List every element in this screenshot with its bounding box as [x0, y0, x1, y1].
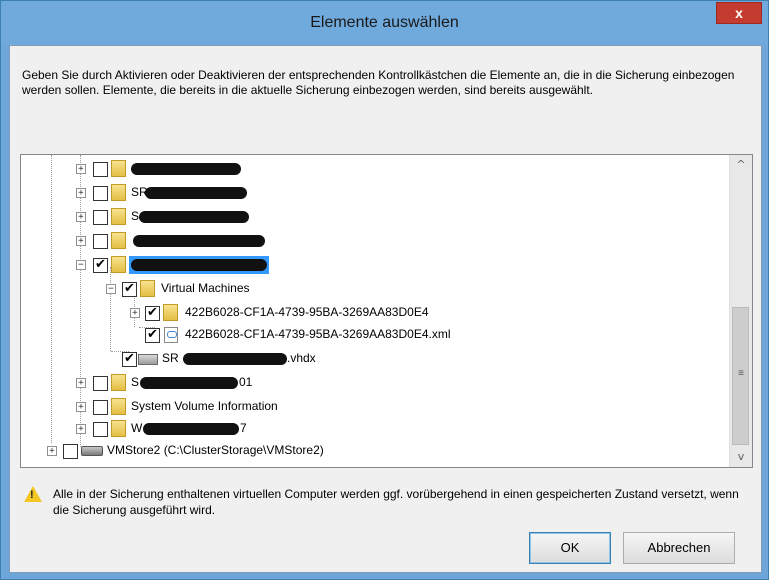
- item-label-suffix: .vhdx: [287, 351, 316, 365]
- expand-toggle[interactable]: +: [47, 446, 57, 456]
- redacted-name: [139, 211, 249, 223]
- ok-button[interactable]: OK: [529, 532, 611, 564]
- tree-item[interactable]: + System Volume Information: [21, 397, 729, 417]
- item-label-suffix: 01: [239, 375, 253, 389]
- item-checkbox[interactable]: [93, 186, 108, 201]
- tree-item[interactable]: + VMStore2 (C:\ClusterStorage\VMStore2): [21, 441, 729, 461]
- item-checkbox[interactable]: [93, 376, 108, 391]
- item-checkbox[interactable]: [93, 210, 108, 225]
- item-checkbox-checked[interactable]: ✔: [145, 306, 160, 321]
- redacted-name: [131, 163, 241, 175]
- dialog-window: Elemente auswählen x Geben Sie durch Akt…: [0, 0, 769, 580]
- scrollbar-grip-icon: ≡: [738, 368, 744, 379]
- tree-item[interactable]: ✔ 422B6028-CF1A-4739-95BA-3269AA83D0E4.x…: [21, 325, 729, 345]
- expand-toggle[interactable]: +: [76, 378, 86, 388]
- folder-icon: [111, 374, 126, 391]
- item-checkbox[interactable]: [63, 444, 78, 459]
- tree-item[interactable]: +: [21, 159, 729, 179]
- tree-item[interactable]: + SR: [21, 183, 729, 203]
- scrollbar-thumb[interactable]: ≡: [732, 307, 749, 445]
- dialog-title: Elemente auswählen: [310, 14, 459, 31]
- redacted-name: [131, 259, 267, 271]
- folder-icon: [111, 208, 126, 225]
- item-label: 422B6028-CF1A-4739-95BA-3269AA83D0E4.xml: [185, 327, 451, 341]
- item-checkbox-checked[interactable]: ✔: [122, 352, 137, 367]
- redacted-name: [145, 187, 247, 199]
- tree-item[interactable]: +: [21, 231, 729, 251]
- collapse-toggle[interactable]: −: [76, 260, 86, 270]
- dialog-client-area: Geben Sie durch Aktivieren oder Deaktivi…: [9, 45, 762, 573]
- item-label: 422B6028-CF1A-4739-95BA-3269AA83D0E4: [185, 305, 429, 319]
- scroll-up-arrow[interactable]: ^: [730, 155, 752, 175]
- item-checkbox[interactable]: [93, 162, 108, 177]
- items-tree[interactable]: + + SR + S + − ✔ − ✔ Virtual Machines + …: [20, 154, 753, 468]
- tree-item-selected[interactable]: − ✔: [21, 255, 729, 275]
- item-label-suffix: 7: [240, 421, 247, 435]
- redacted-name: [140, 377, 238, 389]
- tree-item[interactable]: − ✔ Virtual Machines: [21, 279, 729, 299]
- tree-item[interactable]: ✔ SR .vhdx: [21, 349, 729, 369]
- tree-content: + + SR + S + − ✔ − ✔ Virtual Machines + …: [21, 155, 729, 467]
- item-label: SR: [162, 351, 179, 365]
- cancel-button[interactable]: Abbrechen: [623, 532, 735, 564]
- tree-item[interactable]: + S 01: [21, 373, 729, 393]
- item-label: System Volume Information: [131, 399, 278, 413]
- tree-item[interactable]: + W 7: [21, 419, 729, 439]
- expand-toggle[interactable]: +: [76, 212, 86, 222]
- instructions-text: Geben Sie durch Aktivieren oder Deaktivi…: [22, 68, 735, 97]
- redacted-name: [183, 353, 287, 365]
- title-bar[interactable]: Elemente auswählen x: [1, 1, 768, 45]
- tree-item[interactable]: + S: [21, 207, 729, 227]
- folder-icon: [163, 304, 178, 321]
- tree-item[interactable]: + ✔ 422B6028-CF1A-4739-95BA-3269AA83D0E4: [21, 303, 729, 323]
- expand-toggle[interactable]: +: [76, 188, 86, 198]
- item-checkbox-checked[interactable]: ✔: [93, 258, 108, 273]
- collapse-toggle[interactable]: −: [106, 284, 116, 294]
- scroll-down-arrow[interactable]: v: [730, 447, 752, 467]
- item-label: W: [131, 421, 143, 435]
- folder-icon: [111, 398, 126, 415]
- storage-drive-icon: [81, 446, 103, 456]
- folder-icon: [111, 256, 126, 273]
- expand-toggle[interactable]: +: [130, 308, 140, 318]
- virtual-disk-icon: [138, 354, 158, 365]
- expand-toggle[interactable]: +: [76, 164, 86, 174]
- folder-icon: [140, 280, 155, 297]
- warning-icon: !: [24, 486, 42, 502]
- vertical-scrollbar[interactable]: ^ ≡ v: [729, 155, 752, 467]
- item-label: VMStore2 (C:\ClusterStorage\VMStore2): [107, 443, 324, 457]
- item-label: S: [131, 209, 140, 223]
- xml-file-icon: [164, 327, 178, 343]
- expand-toggle[interactable]: +: [76, 236, 86, 246]
- folder-icon: [111, 160, 126, 177]
- item-checkbox-checked[interactable]: ✔: [145, 328, 160, 343]
- item-label: Virtual Machines: [161, 281, 250, 295]
- item-checkbox[interactable]: [93, 234, 108, 249]
- warning-text: Alle in der Sicherung enthaltenen virtue…: [53, 487, 739, 517]
- expand-toggle[interactable]: +: [76, 424, 86, 434]
- folder-icon: [111, 184, 126, 201]
- item-label: S: [131, 375, 140, 389]
- item-checkbox[interactable]: [93, 400, 108, 415]
- redacted-name: [143, 423, 239, 435]
- folder-icon: [111, 232, 126, 249]
- expand-toggle[interactable]: +: [76, 402, 86, 412]
- folder-icon: [111, 420, 126, 437]
- close-button[interactable]: x: [716, 2, 762, 24]
- redacted-name: [133, 235, 265, 247]
- item-checkbox-checked[interactable]: ✔: [122, 282, 137, 297]
- item-checkbox[interactable]: [93, 422, 108, 437]
